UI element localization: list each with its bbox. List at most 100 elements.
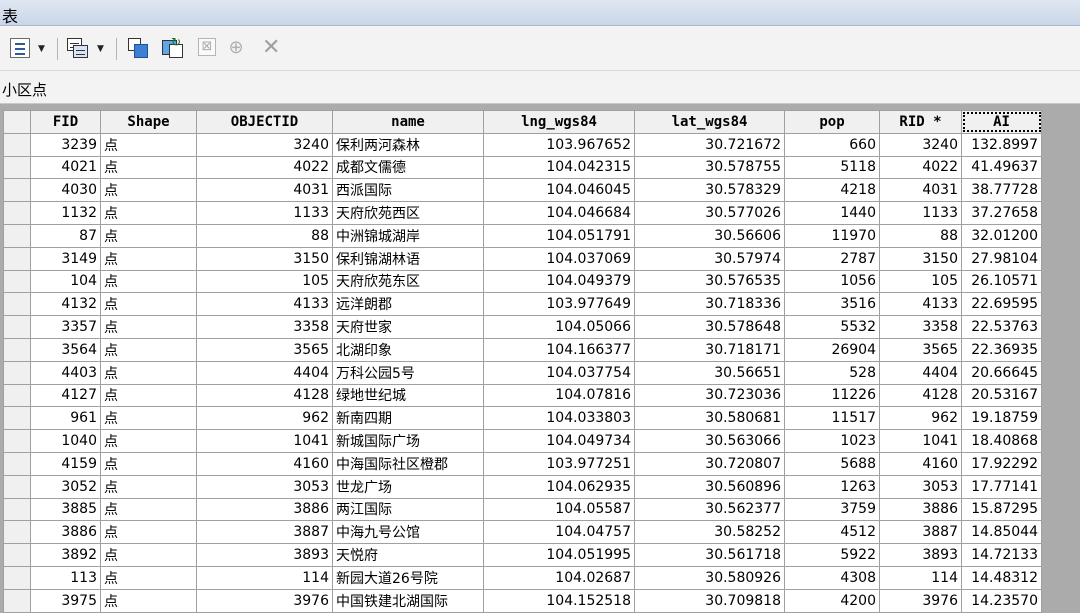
cell-name[interactable]: 新园大道26号院 [332, 565, 484, 590]
cell-ai[interactable]: 37.27658 [961, 201, 1042, 225]
column-header-shape[interactable]: Shape [100, 110, 197, 134]
cell-name[interactable]: 两江国际 [332, 497, 484, 522]
cell-name[interactable]: 中洲锦城湖岸 [332, 223, 484, 248]
column-header-ai[interactable]: AI [961, 110, 1042, 134]
cell-lat[interactable]: 30.718171 [634, 337, 785, 362]
table-row[interactable]: 3885 点 3886 两江国际 104.05587 30.562377 3759 3886 1… [3, 497, 1042, 522]
cell-objectid[interactable]: 3240 [196, 132, 333, 157]
table-row[interactable]: 4403 点 4404 万科公园5号 104.037754 30.56651 528 4404… [3, 360, 1042, 385]
cell-lat[interactable]: 30.580926 [634, 565, 785, 590]
cell-ai[interactable]: 22.36935 [961, 337, 1042, 362]
cell-lat[interactable]: 30.709818 [634, 588, 785, 613]
row-selector[interactable] [3, 429, 31, 453]
table-row[interactable]: 4127 点 4128 绿地世纪城 104.07816 30.723036 11226 412… [3, 383, 1042, 408]
cell-shape[interactable]: 点 [100, 429, 197, 453]
cell-lng[interactable]: 104.033803 [483, 406, 635, 431]
cell-pop[interactable]: 26904 [784, 337, 880, 362]
row-selector[interactable] [3, 520, 31, 545]
cell-objectid[interactable]: 1133 [196, 201, 333, 225]
cell-lng[interactable]: 104.037069 [483, 246, 635, 271]
cell-ai[interactable]: 15.87295 [961, 497, 1042, 522]
cell-name[interactable]: 天府欣苑西区 [332, 201, 484, 225]
table-row[interactable]: 3052 点 3053 世龙广场 104.062935 30.560896 1263 3053… [3, 474, 1042, 499]
cell-pop[interactable]: 3516 [784, 292, 880, 317]
cell-rid[interactable]: 88 [879, 223, 962, 248]
row-selector[interactable] [3, 360, 31, 385]
row-selector[interactable] [3, 132, 31, 157]
table-row[interactable]: 4132 点 4133 远洋朗郡 103.977649 30.718336 3516 4133… [3, 292, 1042, 317]
cell-lat[interactable]: 30.578329 [634, 178, 785, 203]
cell-lng[interactable]: 104.05066 [483, 315, 635, 339]
cell-shape[interactable]: 点 [100, 543, 197, 567]
row-selector[interactable] [3, 337, 31, 362]
cell-rid[interactable]: 4128 [879, 383, 962, 408]
column-header-lat[interactable]: lat_wgs84 [634, 110, 785, 134]
column-header-lng[interactable]: lng_wgs84 [483, 110, 635, 134]
row-selector[interactable] [3, 223, 31, 248]
cell-lat[interactable]: 30.578648 [634, 315, 785, 339]
cell-name[interactable]: 新南四期 [332, 406, 484, 431]
table-row[interactable]: 3886 点 3887 中海九号公馆 104.04757 30.58252 4512 3887… [3, 520, 1042, 545]
column-header-pop[interactable]: pop [784, 110, 880, 134]
cell-pop[interactable]: 5532 [784, 315, 880, 339]
cell-pop[interactable]: 5118 [784, 155, 880, 180]
cell-pop[interactable]: 4308 [784, 565, 880, 590]
cell-name[interactable]: 中海九号公馆 [332, 520, 484, 545]
cell-fid[interactable]: 4132 [30, 292, 101, 317]
cell-lat[interactable]: 30.721672 [634, 132, 785, 157]
cell-lng[interactable]: 104.02687 [483, 565, 635, 590]
cell-fid[interactable]: 4021 [30, 155, 101, 180]
cell-pop[interactable]: 1056 [784, 269, 880, 294]
column-header-name[interactable]: name [332, 110, 484, 134]
cell-ai[interactable]: 41.49637 [961, 155, 1042, 180]
cell-rid[interactable]: 3886 [879, 497, 962, 522]
cell-shape[interactable]: 点 [100, 406, 197, 431]
table-row[interactable]: 4030 点 4031 西派国际 104.046045 30.578329 4218 4031… [3, 178, 1042, 203]
cell-rid[interactable]: 3053 [879, 474, 962, 499]
cell-fid[interactable]: 3564 [30, 337, 101, 362]
cell-lat[interactable]: 30.56606 [634, 223, 785, 248]
cell-rid[interactable]: 3150 [879, 246, 962, 271]
cell-objectid[interactable]: 4031 [196, 178, 333, 203]
column-header-objectid[interactable]: OBJECTID [196, 110, 333, 134]
cell-name[interactable]: 远洋朗郡 [332, 292, 484, 317]
cell-fid[interactable]: 87 [30, 223, 101, 248]
table-row[interactable]: 3239 点 3240 保利两河森林 103.967652 30.721672 660 324… [3, 132, 1042, 157]
cell-ai[interactable]: 27.98104 [961, 246, 1042, 271]
table-row[interactable]: 1132 点 1133 天府欣苑西区 104.046684 30.577026 1440 11… [3, 201, 1042, 225]
cell-shape[interactable]: 点 [100, 292, 197, 317]
cell-rid[interactable]: 4133 [879, 292, 962, 317]
cell-lng[interactable]: 104.05587 [483, 497, 635, 522]
cell-objectid[interactable]: 3976 [196, 588, 333, 613]
cell-lat[interactable]: 30.580681 [634, 406, 785, 431]
table-row[interactable]: 87 点 88 中洲锦城湖岸 104.051791 30.56606 11970 88 32.0… [3, 223, 1042, 248]
cell-name[interactable]: 中海国际社区橙郡 [332, 451, 484, 476]
cell-pop[interactable]: 4218 [784, 178, 880, 203]
cell-lng[interactable]: 104.152518 [483, 588, 635, 613]
cell-objectid[interactable]: 1041 [196, 429, 333, 453]
cell-name[interactable]: 天府世家 [332, 315, 484, 339]
row-selector[interactable] [3, 474, 31, 499]
cell-lat[interactable]: 30.720807 [634, 451, 785, 476]
cell-ai[interactable]: 14.48312 [961, 565, 1042, 590]
cell-rid[interactable]: 3358 [879, 315, 962, 339]
related-tables-dropdown-icon[interactable]: ▼ [97, 44, 104, 54]
row-selector[interactable] [3, 497, 31, 522]
row-selector[interactable] [3, 246, 31, 271]
delete-selected-icon[interactable]: ✕ [262, 37, 280, 59]
cell-pop[interactable]: 1440 [784, 201, 880, 225]
cell-objectid[interactable]: 88 [196, 223, 333, 248]
cell-pop[interactable]: 5922 [784, 543, 880, 567]
cell-fid[interactable]: 3886 [30, 520, 101, 545]
clear-selection-icon[interactable]: ⊠ [198, 38, 216, 56]
cell-lng[interactable]: 104.07816 [483, 383, 635, 408]
cell-ai[interactable]: 20.53167 [961, 383, 1042, 408]
row-selector[interactable] [3, 155, 31, 180]
cell-shape[interactable]: 点 [100, 360, 197, 385]
cell-fid[interactable]: 3239 [30, 132, 101, 157]
row-selector[interactable] [3, 565, 31, 590]
cell-shape[interactable]: 点 [100, 337, 197, 362]
cell-lat[interactable]: 30.562377 [634, 497, 785, 522]
cell-ai[interactable]: 132.8997 [961, 132, 1042, 157]
cell-lng[interactable]: 104.049734 [483, 429, 635, 453]
